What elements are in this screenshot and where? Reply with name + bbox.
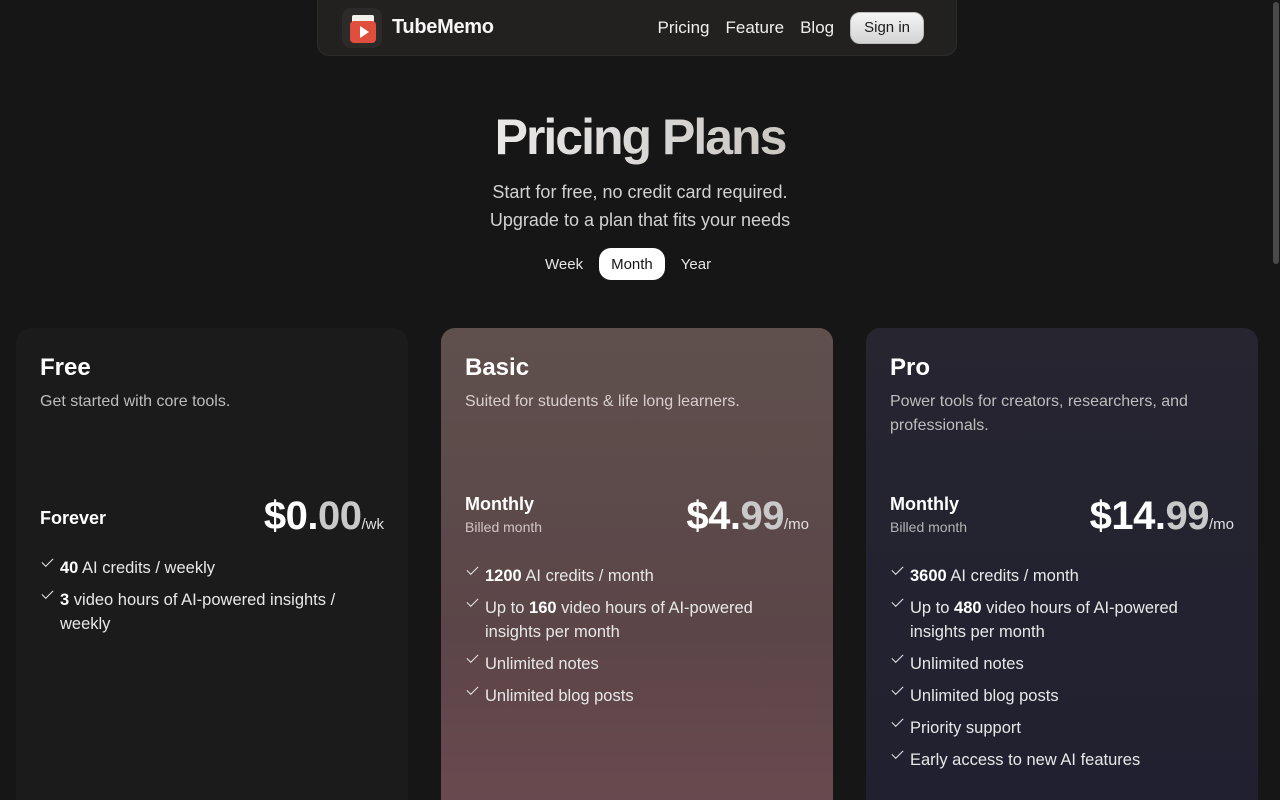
check-icon [465, 684, 479, 704]
page-scrollbar[interactable] [1272, 0, 1280, 800]
nav-link-feature[interactable]: Feature [726, 18, 785, 38]
price-main: $0. [263, 494, 319, 538]
plan-name: Free [40, 354, 91, 381]
plan-description: Suited for students & life long learners… [465, 393, 740, 410]
page-subtitle: Start for free, no credit card required.… [0, 178, 1280, 234]
subtitle-line-2: Upgrade to a plan that fits your needs [489, 210, 791, 230]
check-icon [890, 652, 904, 672]
plan-card-free: Free Get started with core tools. Foreve… [16, 328, 408, 800]
feature-item: Early access to new AI features [890, 748, 1234, 772]
plan-period: Monthly [465, 494, 534, 514]
brand-name: TubeMemo [392, 16, 494, 38]
period-week[interactable]: Week [533, 248, 595, 280]
nav-link-blog[interactable]: Blog [800, 18, 834, 38]
nav-links: Pricing Feature Blog Sign in [658, 11, 924, 44]
period-year[interactable]: Year [669, 248, 723, 280]
scrollbar-thumb[interactable] [1273, 2, 1279, 264]
feature-item: 3600 AI credits / month [890, 564, 1234, 588]
plan-price: $4. 99 /mo [686, 494, 809, 539]
plan-description: Power tools for creators, researchers, a… [890, 393, 1188, 434]
feature-item: Unlimited notes [890, 652, 1234, 676]
billing-note: Billed month [465, 519, 543, 535]
price-row: Forever $0. 00 /wk [40, 494, 384, 539]
page-title: Pricing Plans [0, 108, 1280, 166]
check-icon [465, 564, 479, 584]
check-icon [40, 556, 54, 576]
feature-item: Unlimited notes [465, 652, 809, 676]
price-main: $4. [686, 494, 741, 538]
subtitle-line-1: Start for free, no credit card required. [492, 182, 788, 202]
feature-item: 3 video hours of AI-powered insights / w… [40, 588, 384, 636]
nav-link-pricing[interactable]: Pricing [658, 18, 710, 38]
feature-item: 1200 AI credits / month [465, 564, 809, 588]
price-cents: 99 [1165, 494, 1209, 538]
feature-list: 40 AI credits / weekly 3 video hours of … [40, 556, 384, 644]
feature-list: 3600 AI credits / month Up to 480 video … [890, 564, 1234, 780]
billing-note: Billed month [890, 519, 968, 535]
price-cents: 00 [318, 494, 362, 538]
price-unit: /mo [783, 516, 809, 533]
check-icon [40, 588, 54, 608]
plan-name: Pro [890, 354, 931, 381]
tubememo-logo-icon [342, 7, 382, 48]
price-row: Monthly Billed month $4. 99 /mo [465, 494, 809, 539]
check-icon [890, 748, 904, 768]
period-month[interactable]: Month [599, 248, 665, 280]
sign-in-button[interactable]: Sign in [850, 11, 924, 44]
feature-item: Priority support [890, 716, 1234, 740]
check-icon [890, 564, 904, 584]
feature-list: 1200 AI credits / month Up to 160 video … [465, 564, 809, 716]
price-unit: /wk [361, 516, 385, 533]
feature-item: Unlimited blog posts [890, 684, 1234, 708]
plan-price: $14. 99 /mo [1090, 494, 1234, 539]
plan-period: Forever [40, 508, 107, 528]
check-icon [465, 652, 479, 672]
plan-price: $0. 00 /wk [264, 494, 384, 539]
brand[interactable]: TubeMemo [342, 7, 494, 48]
price-unit: /mo [1208, 516, 1234, 533]
price-main: $14. [1089, 494, 1166, 538]
plan-period: Monthly [890, 494, 959, 514]
check-icon [890, 684, 904, 704]
feature-item: Up to 160 video hours of AI-powered insi… [465, 596, 809, 644]
plan-name: Basic [465, 354, 530, 381]
feature-item: Up to 480 video hours of AI-powered insi… [890, 596, 1234, 644]
price-row: Monthly Billed month $14. 99 /mo [890, 494, 1234, 539]
check-icon [890, 596, 904, 616]
feature-item: 40 AI credits / weekly [40, 556, 384, 580]
plan-description: Get started with core tools. [40, 393, 231, 410]
top-nav: TubeMemo Pricing Feature Blog Sign in [317, 0, 957, 56]
price-cents: 99 [740, 494, 784, 538]
feature-item: Unlimited blog posts [465, 684, 809, 708]
plan-card-pro: Pro Power tools for creators, researcher… [866, 328, 1258, 800]
check-icon [890, 716, 904, 736]
plan-card-basic: Basic Suited for students & life long le… [441, 328, 833, 800]
check-icon [465, 596, 479, 616]
billing-period-toggle: Week Month Year [533, 248, 723, 280]
